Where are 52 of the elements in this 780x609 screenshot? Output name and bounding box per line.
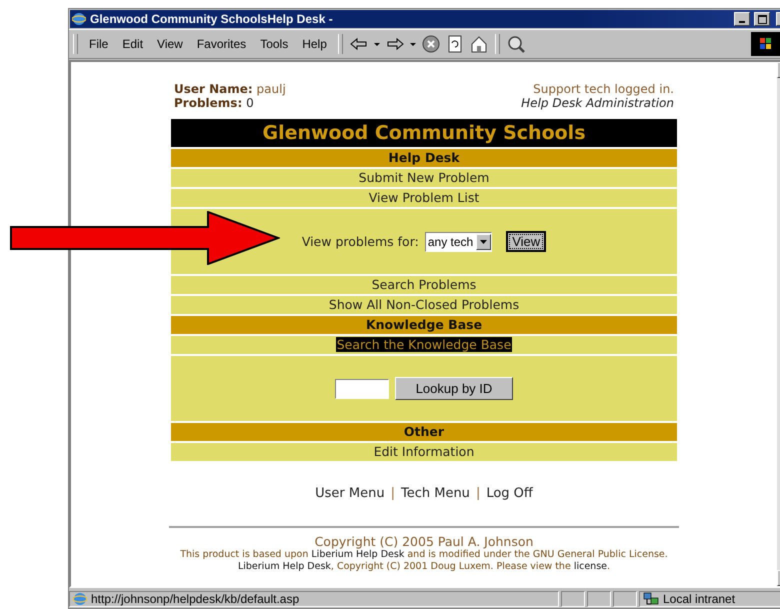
lookup-button[interactable]: Lookup by ID xyxy=(395,377,513,400)
footer-link[interactable]: User Menu xyxy=(315,486,385,501)
separator: | xyxy=(476,486,480,501)
separator: | xyxy=(390,486,395,501)
status-pane xyxy=(613,590,637,606)
tech-dropdown[interactable]: any tech xyxy=(424,232,492,252)
section-heading: Help Desk xyxy=(171,149,677,167)
page-icon xyxy=(73,592,87,606)
menu-item[interactable]: Favorites xyxy=(190,35,254,53)
menu-link[interactable]: Search Problems xyxy=(372,277,476,292)
window-title: Glenwood Community SchoolsHelp Desk - xyxy=(90,12,334,26)
menu-link[interactable]: View Problem List xyxy=(368,190,480,205)
maximize-icon[interactable] xyxy=(754,12,770,26)
footer-link[interactable]: Tech Menu xyxy=(400,486,470,501)
stop-icon[interactable] xyxy=(420,34,441,54)
login-status: Support tech logged in. xyxy=(532,82,674,96)
site-banner: Glenwood Community Schools xyxy=(171,119,677,147)
credits-text: This product is based upon Liberium Help Desk and is modified under the GNU General Public License. xyxy=(180,549,668,561)
menu-item[interactable]: Help xyxy=(295,35,334,53)
id-field[interactable] xyxy=(335,378,389,398)
user-name-value: paulj xyxy=(256,82,286,96)
menu-item[interactable]: Tools xyxy=(253,35,296,53)
search-icon[interactable] xyxy=(506,34,526,54)
status-pane xyxy=(561,590,585,606)
copyright-text: Copyright (C) 2005 Paul A. Johnson xyxy=(314,534,534,549)
user-name-label: User Name: xyxy=(174,82,253,96)
credits-text: Liberium Help Desk, Copyright (C) 2001 Doug Luxem. Please view the license. xyxy=(238,561,610,573)
filter-label: View problems for: xyxy=(302,234,419,249)
section-heading: Knowledge Base xyxy=(171,316,677,334)
flag-icon xyxy=(751,32,780,56)
problems-count: 0 xyxy=(246,96,254,110)
menu-item[interactable]: File xyxy=(82,35,116,53)
status-url: http://johnsonp/helpdesk/kb/default.asp xyxy=(91,592,300,606)
status-pane xyxy=(587,590,611,606)
footer-link[interactable]: Log Off xyxy=(486,486,533,501)
menu-item[interactable]: Edit xyxy=(115,35,150,53)
section-heading: Other xyxy=(171,423,677,441)
globe-icon xyxy=(72,12,86,26)
menu-item[interactable]: View xyxy=(150,35,190,53)
home-icon[interactable] xyxy=(468,34,489,54)
role-text: Help Desk Administration xyxy=(521,96,674,110)
menu-link[interactable]: Edit Information xyxy=(374,444,474,459)
dropdown-arrow-icon[interactable] xyxy=(480,240,488,244)
network-icon xyxy=(643,592,659,606)
minimize-icon[interactable] xyxy=(734,12,750,26)
view-button[interactable]: View xyxy=(506,231,546,252)
menu-link[interactable]: Search the Knowledge Base xyxy=(336,337,512,352)
credits-link[interactable]: Liberium Help Desk xyxy=(311,549,404,560)
credits-link[interactable]: license xyxy=(574,561,607,572)
credits-link[interactable]: Liberium Help Desk xyxy=(238,561,331,572)
security-zone: Local intranet xyxy=(663,592,736,606)
problems-label: Problems: xyxy=(174,96,242,110)
